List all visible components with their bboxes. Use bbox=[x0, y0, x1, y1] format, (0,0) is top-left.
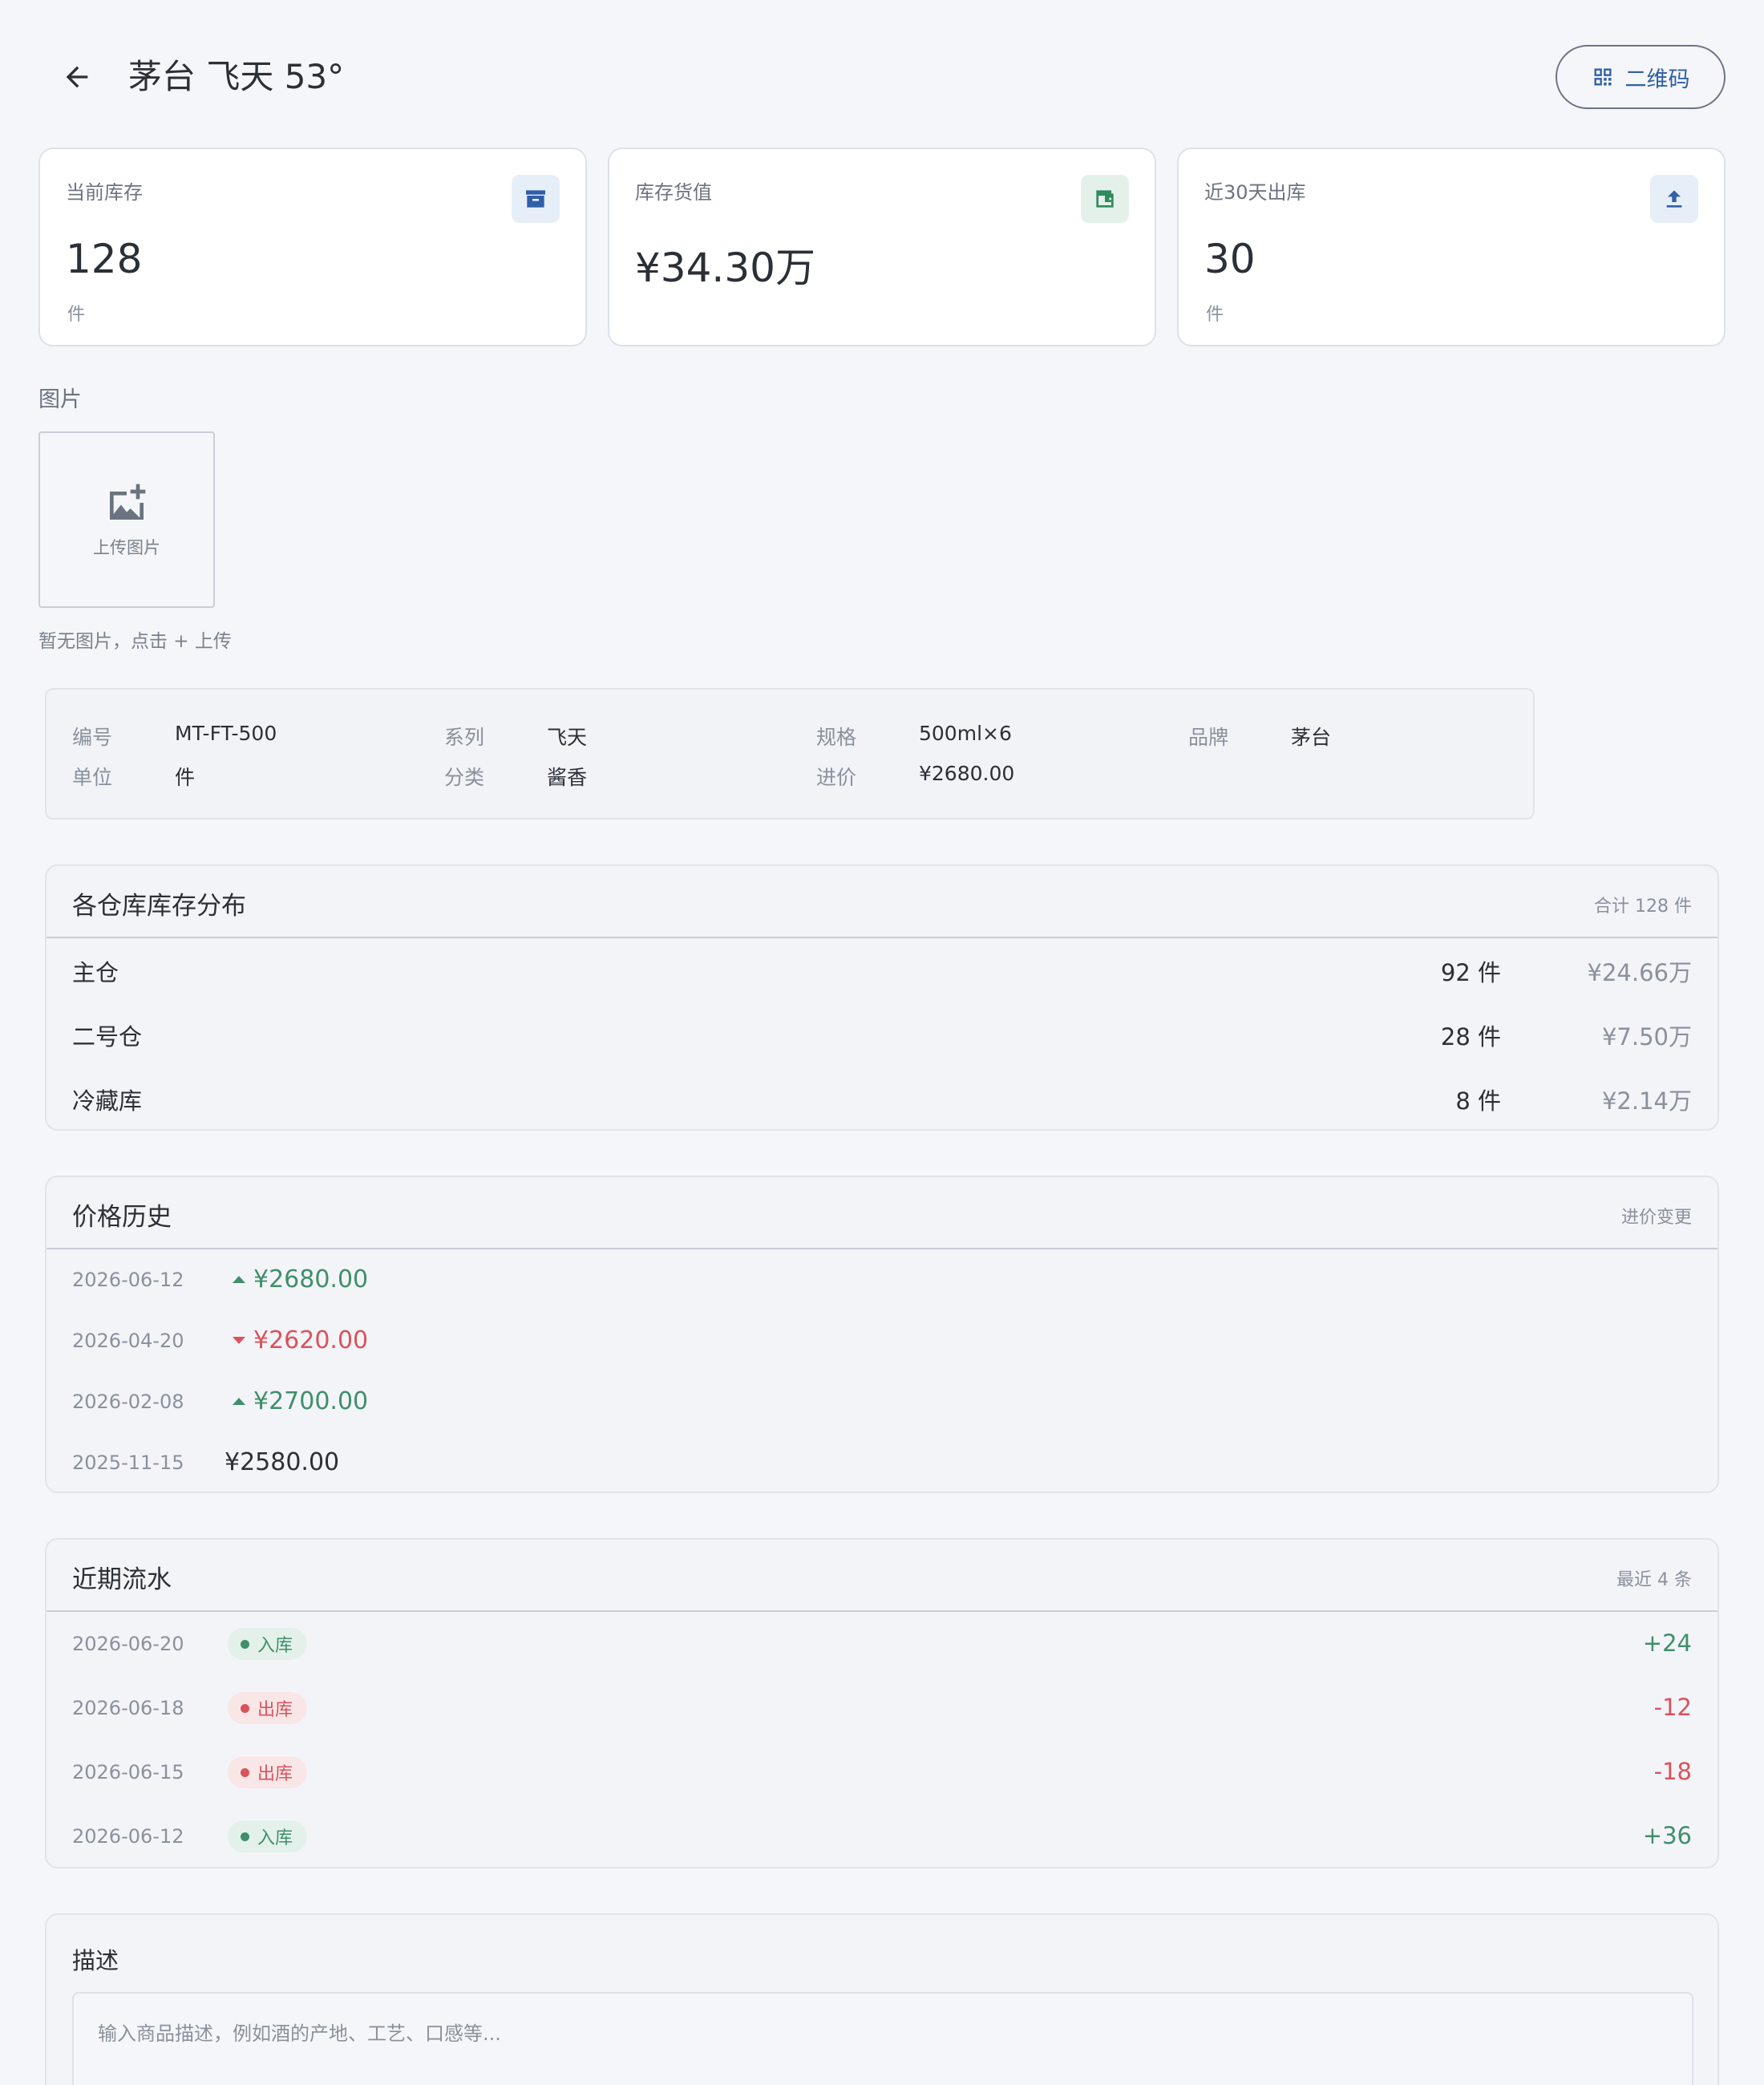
qrcode-icon bbox=[1594, 68, 1611, 86]
qrcode-button[interactable]: 二维码 bbox=[1556, 45, 1726, 109]
description-input[interactable] bbox=[72, 1992, 1693, 2085]
stat-value: 128 bbox=[66, 236, 143, 282]
price-history-row: 2026-04-20 ¥2620.00 bbox=[72, 1326, 369, 1354]
wallet-icon bbox=[1081, 175, 1129, 223]
outbound-badge: 出库 bbox=[228, 1756, 308, 1788]
upload-image-button[interactable]: 上传图片 bbox=[38, 431, 215, 608]
info-brand: 品牌 茅台 bbox=[1188, 726, 1332, 749]
back-button[interactable] bbox=[51, 51, 103, 103]
arrow-left-icon bbox=[66, 66, 88, 88]
add-photo-icon bbox=[110, 484, 146, 520]
info-unit: 单位件 bbox=[72, 766, 196, 789]
qrcode-label: 二维码 bbox=[1624, 67, 1690, 92]
flow-row[interactable]: 2026-06-15 出库 -18 bbox=[47, 1740, 1717, 1804]
stat-unit: 件 bbox=[1206, 305, 1224, 325]
info-series: 系列 飞天 bbox=[444, 726, 588, 749]
info-code: 编号 MT-FT-500 bbox=[72, 722, 277, 749]
warehouse-row[interactable]: 冷藏库 8 件 ¥2.14万 bbox=[47, 1067, 1717, 1129]
inbound-badge: 入库 bbox=[228, 1820, 308, 1852]
info-spec: 规格 500ml×6 bbox=[816, 722, 1012, 749]
panel-note: 最近 4 条 bbox=[1616, 1570, 1692, 1590]
stat-card-outbound-30d: 近30天出库 30 件 bbox=[1177, 148, 1726, 346]
product-info-grid: 编号 MT-FT-500 系列 飞天 规格 500ml×6 品牌 茅台 单位件 分类 酱香… bbox=[45, 688, 1535, 820]
stat-label: 近30天出库 bbox=[1204, 181, 1306, 204]
stat-card-stock-value: 库存货值 ¥34.30万 bbox=[608, 148, 1156, 346]
warehouse-distribution-panel: 各仓库库存分布 合计 128 件 主仓 92 件 ¥24.66万 二号仓 28 … bbox=[45, 864, 1719, 1131]
price-history-row: 2025-11-15 ¥2580.00 bbox=[72, 1448, 340, 1476]
archive-icon bbox=[512, 175, 560, 223]
info-cost: 进价 ¥2680.00 bbox=[816, 762, 1015, 789]
stat-label: 当前库存 bbox=[66, 181, 143, 204]
upload-image-label: 上传图片 bbox=[93, 538, 160, 557]
info-category: 分类 酱香 bbox=[444, 766, 588, 789]
panel-title: 各仓库库存分布 bbox=[72, 892, 246, 921]
stat-label: 库存货值 bbox=[635, 181, 712, 204]
flow-row[interactable]: 2026-06-18 出库 -12 bbox=[47, 1676, 1717, 1740]
images-hint: 暂无图片，点击 + 上传 bbox=[38, 631, 232, 652]
price-history-row: 2026-02-08 ¥2700.00 bbox=[72, 1387, 369, 1415]
trend-up-icon bbox=[233, 1398, 245, 1405]
trend-up-icon bbox=[233, 1276, 245, 1283]
flow-row[interactable]: 2026-06-12 入库 +36 bbox=[47, 1804, 1717, 1867]
upload-icon bbox=[1650, 175, 1698, 223]
panel-note: 合计 128 件 bbox=[1594, 897, 1692, 917]
images-section-label: 图片 bbox=[38, 387, 82, 412]
panel-title: 价格历史 bbox=[72, 1203, 172, 1232]
stat-value: ¥34.30万 bbox=[635, 245, 815, 291]
page-title: 茅台 飞天 53° bbox=[128, 57, 345, 96]
flow-row[interactable]: 2026-06-20 入库 +24 bbox=[47, 1612, 1717, 1676]
trend-down-icon bbox=[233, 1337, 245, 1344]
panel-title: 近期流水 bbox=[72, 1565, 172, 1594]
price-history-row: 2026-06-12 ¥2680.00 bbox=[72, 1265, 369, 1294]
warehouse-row[interactable]: 二号仓 28 件 ¥7.50万 bbox=[47, 1002, 1717, 1067]
description-panel: 描述 bbox=[45, 1913, 1719, 2085]
price-history-panel: 价格历史 进价变更 2026-06-12 ¥2680.00 2026-04-20… bbox=[45, 1176, 1719, 1493]
outbound-badge: 出库 bbox=[228, 1692, 308, 1724]
warehouse-row[interactable]: 主仓 92 件 ¥24.66万 bbox=[47, 938, 1717, 1002]
stat-unit: 件 bbox=[67, 305, 86, 325]
stat-value: 30 bbox=[1204, 236, 1256, 282]
panel-note: 进价变更 bbox=[1620, 1208, 1692, 1228]
description-title: 描述 bbox=[72, 1947, 119, 1974]
inbound-badge: 入库 bbox=[228, 1628, 308, 1660]
stat-card-current-stock: 当前库存 128 件 bbox=[38, 148, 587, 346]
recent-flows-panel: 近期流水 最近 4 条 2026-06-20 入库 +24 2026-06-18… bbox=[45, 1538, 1719, 1868]
